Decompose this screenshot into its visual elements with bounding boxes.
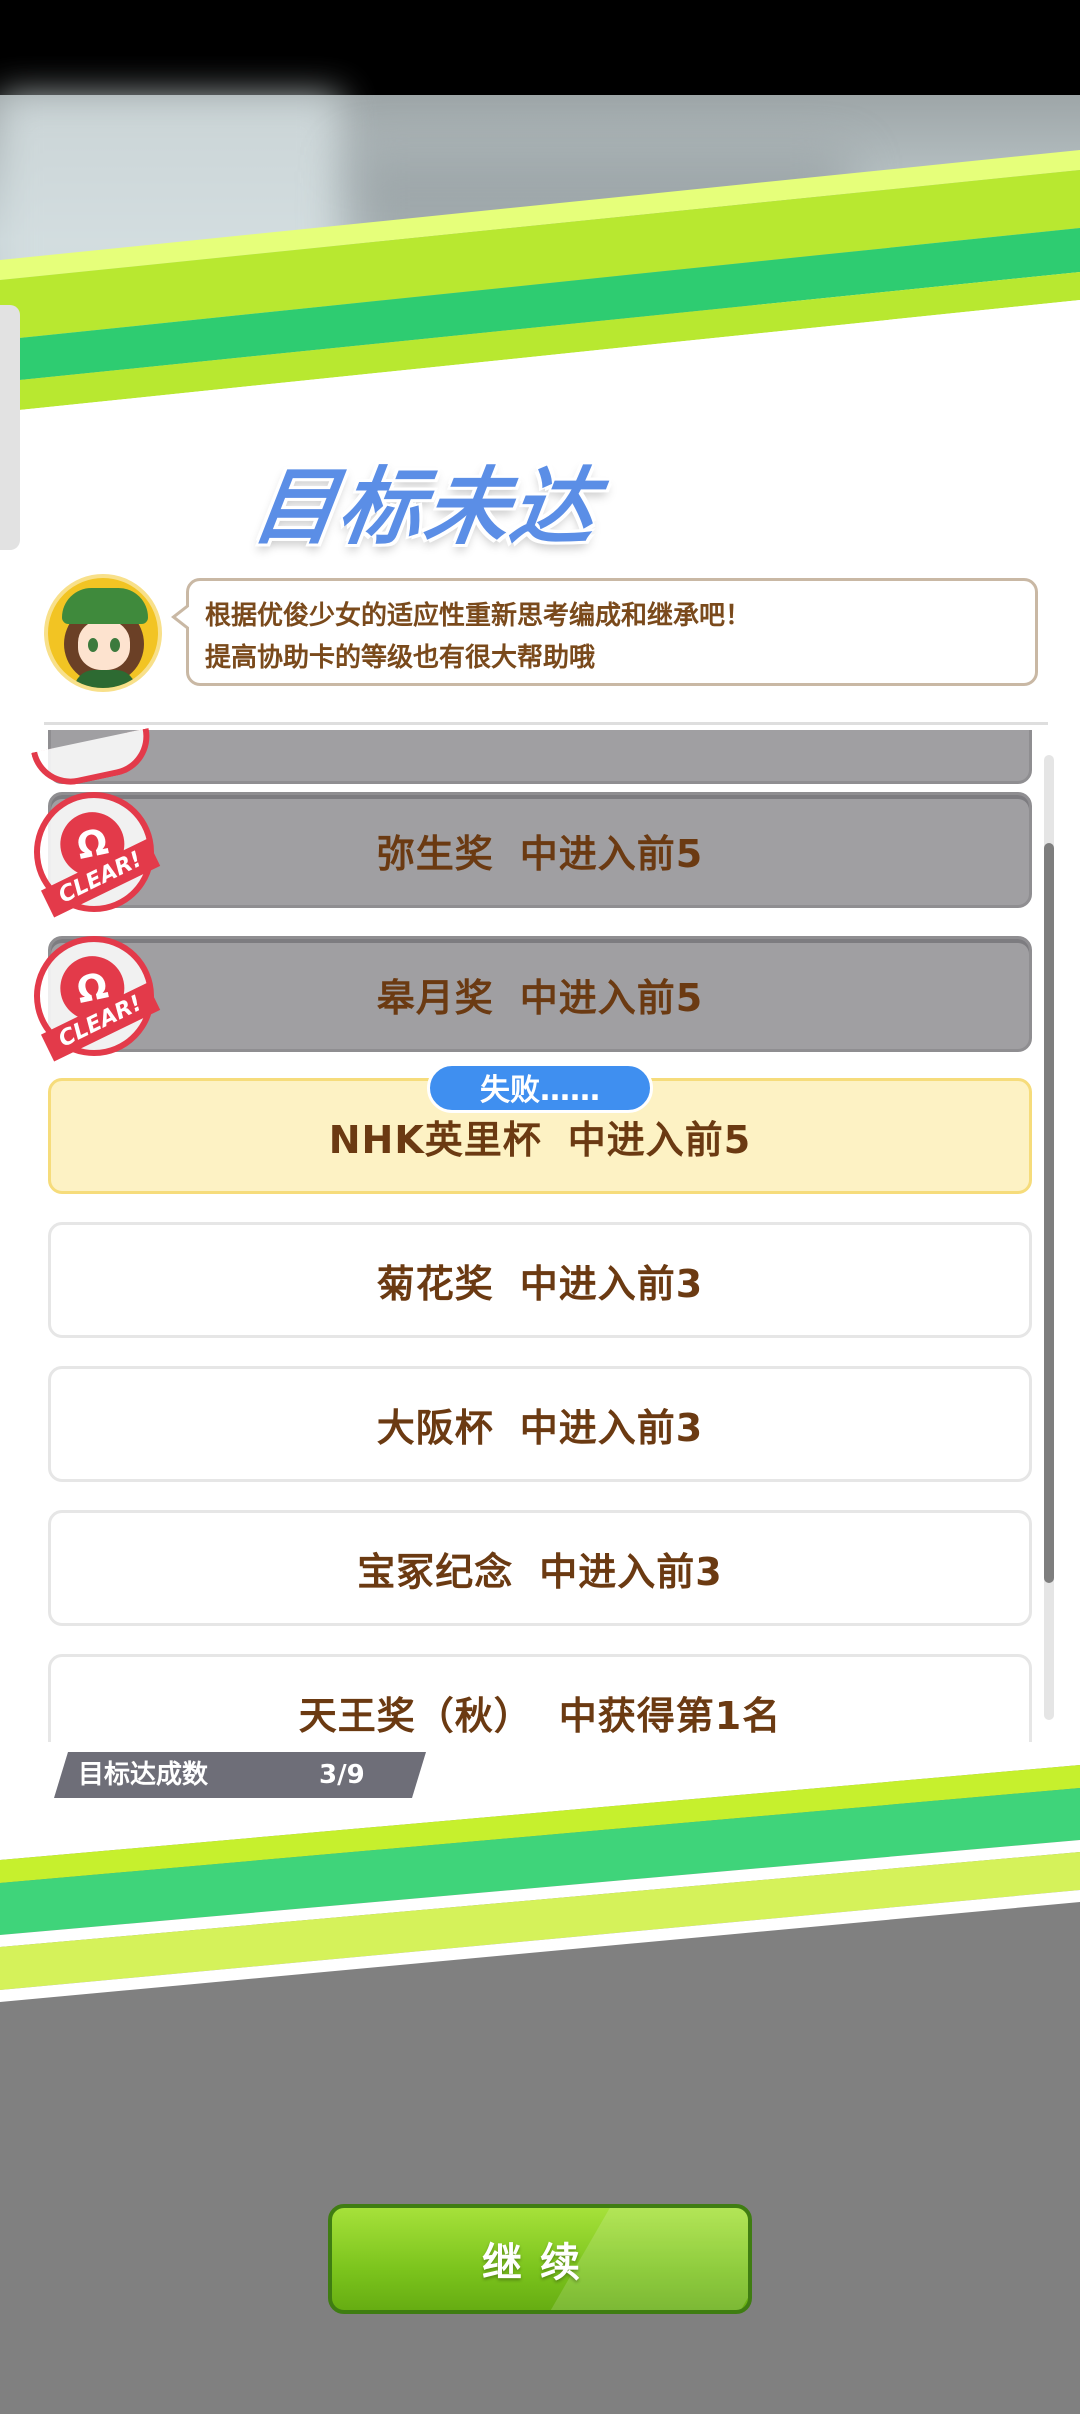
avatar bbox=[44, 574, 162, 692]
goal-condition: 中获得第1名 bbox=[558, 1693, 782, 1738]
goal-list[interactable]: 弥生奖 中进入前5 皋月奖 中进入前5 NHK英里杯 中进入前5 菊花奖 中进入… bbox=[0, 730, 1080, 1742]
goal-row-partial bbox=[48, 730, 1032, 784]
goal-race: 弥生奖 bbox=[376, 831, 494, 876]
goal-condition: 中进入前3 bbox=[519, 1261, 704, 1306]
goal-condition: 中进入前5 bbox=[567, 1117, 752, 1162]
goal-race: 菊花奖 bbox=[376, 1261, 494, 1306]
goal-row: 宝冢纪念 中进入前3 bbox=[48, 1510, 1032, 1626]
continue-label: 继续 bbox=[482, 2240, 598, 2286]
scrollbar[interactable] bbox=[1044, 755, 1054, 1720]
goal-race: 天王奖（秋） bbox=[298, 1693, 533, 1738]
goal-race: NHK英里杯 bbox=[328, 1117, 542, 1162]
divider bbox=[44, 722, 1048, 725]
goal-row: 皋月奖 中进入前5 bbox=[48, 936, 1032, 1052]
hint-bubble: 根据优俊少女的适应性重新思考编成和继承吧！ 提高协助卡的等级也有很大帮助哦 bbox=[171, 578, 1038, 686]
goal-race: 皋月奖 bbox=[376, 975, 494, 1020]
scrollbar-thumb[interactable] bbox=[1044, 843, 1054, 1583]
goal-row: 弥生奖 中进入前5 bbox=[48, 792, 1032, 908]
continue-button[interactable]: 继续 bbox=[328, 2204, 752, 2314]
goal-condition: 中进入前5 bbox=[519, 831, 704, 876]
goal-condition: 中进入前5 bbox=[519, 975, 704, 1020]
failed-badge: 失败…… bbox=[427, 1063, 653, 1113]
hint-line-2: 提高协助卡的等级也有很大帮助哦 bbox=[205, 643, 596, 673]
goal-row: 菊花奖 中进入前3 bbox=[48, 1222, 1032, 1338]
goal-row: 天王奖（秋） 中获得第1名 bbox=[48, 1654, 1032, 1742]
goal-condition: 中进入前3 bbox=[539, 1549, 723, 1594]
progress-value: 3/9 bbox=[319, 1760, 365, 1790]
goal-race: 大阪杯 bbox=[376, 1405, 494, 1450]
goal-condition: 中进入前3 bbox=[519, 1405, 704, 1450]
goal-race: 宝冢纪念 bbox=[357, 1549, 514, 1594]
goal-row: 大阪杯 中进入前3 bbox=[48, 1366, 1032, 1482]
progress-label: 目标达成数 bbox=[78, 1760, 209, 1790]
page-title: 目标未达成…… bbox=[229, 458, 605, 677]
side-drawer-handle[interactable] bbox=[0, 305, 20, 550]
goal-progress-counter: 目标达成数 3/9 bbox=[54, 1752, 426, 1798]
hint-line-1: 根据优俊少女的适应性重新思考编成和继承吧！ bbox=[205, 601, 752, 631]
status-bar bbox=[0, 0, 1080, 95]
